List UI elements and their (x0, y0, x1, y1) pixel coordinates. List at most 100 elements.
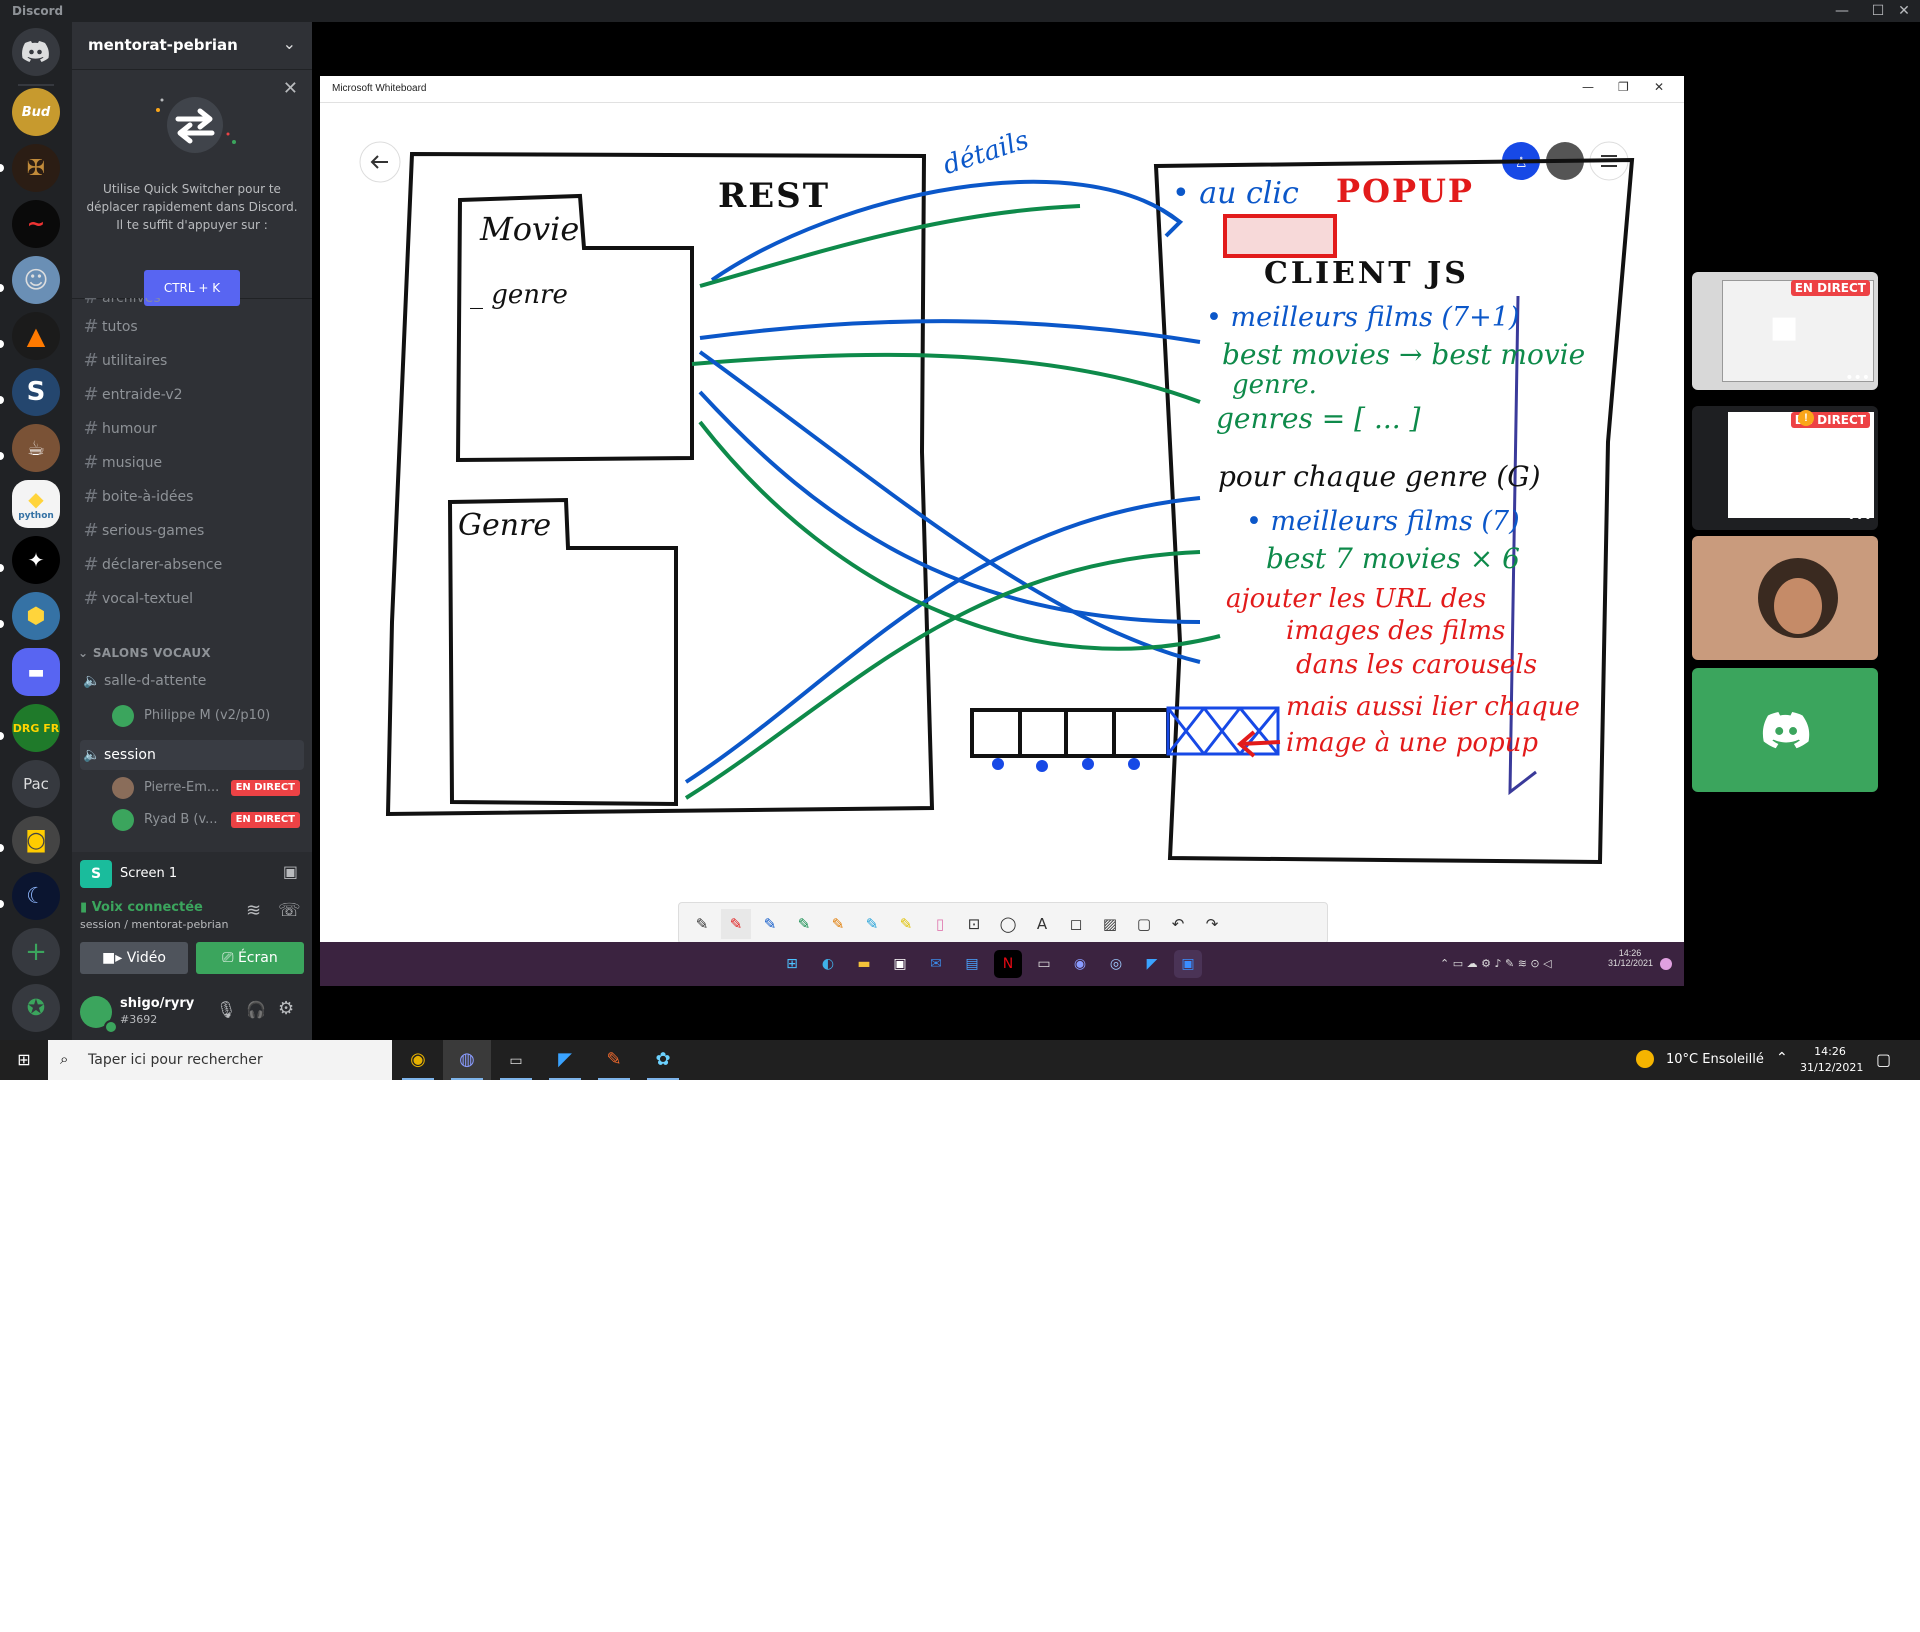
channel-utilitaires[interactable]: # utilitaires (80, 346, 304, 376)
sticky-note-icon[interactable]: ◻ (1061, 909, 1091, 939)
channel-entraide-v2[interactable]: # entraide-v2 (80, 380, 304, 410)
voice-user-live-1[interactable]: Pierre-Em... EN DIRECT (112, 774, 308, 802)
voice-user[interactable]: Philippe M (v2/p10) (112, 702, 308, 730)
home-button[interactable] (12, 28, 60, 76)
server-pac[interactable]: Pac (12, 760, 60, 808)
restore-icon[interactable]: ❐ (1618, 80, 1629, 94)
server-icon-6[interactable]: S (12, 368, 60, 416)
voice-user-live-2[interactable]: Ryad B (v... EN DIRECT (112, 806, 308, 834)
undo-icon[interactable]: ↶ (1163, 909, 1193, 939)
minimize-icon[interactable]: — (1582, 80, 1594, 94)
text-icon[interactable]: A (1027, 909, 1057, 939)
vscode-icon[interactable]: ◤ (1138, 950, 1166, 978)
netflix-icon[interactable]: N (994, 950, 1022, 978)
server-icon-10[interactable]: ⬢ (12, 592, 60, 640)
terminal-button[interactable]: ▭ (492, 1040, 540, 1080)
gear-icon[interactable]: ⚙ (278, 998, 294, 1019)
server-drg[interactable]: DRG FR (12, 704, 60, 752)
ruler-icon[interactable]: ⊡ (959, 909, 989, 939)
terminal-icon[interactable]: ▭ (1030, 950, 1058, 978)
voice-channel-waiting[interactable]: 🔈 salle-d-attente (80, 666, 304, 696)
blue-pen-icon[interactable]: ✎ (755, 909, 785, 939)
channel-serious-games[interactable]: # serious-games (80, 516, 304, 546)
channel-tutos[interactable]: # tutos (80, 312, 304, 342)
more-icon[interactable]: ••• (1847, 510, 1872, 526)
clock[interactable]: 14:26 31/12/2021 (1800, 1044, 1863, 1076)
channel-musique[interactable]: # musique (80, 448, 304, 478)
highlighter-icon[interactable]: ✎ (891, 909, 921, 939)
server-icon-2[interactable]: ✠ (12, 144, 60, 192)
chevron-down-icon[interactable]: ⌄ (283, 34, 296, 53)
paint-button[interactable]: ✿ (639, 1040, 687, 1080)
notification-icon[interactable] (1660, 958, 1672, 970)
server-icon-14[interactable]: ◙ (12, 816, 60, 864)
channel-partial[interactable]: #archives (80, 298, 304, 308)
stream-tile-1[interactable]: EN DIRECT ■ ••• (1692, 272, 1878, 390)
screen-button[interactable]: ⎚ Écran (196, 942, 304, 974)
mail-icon[interactable]: ✉ (922, 950, 950, 978)
more-icon[interactable]: ••• (1845, 370, 1870, 386)
server-header[interactable]: mentorat-pebrian ⌄ (72, 22, 312, 70)
explorer-icon[interactable]: ▬ (850, 950, 878, 978)
channel-humour[interactable]: # humour (80, 414, 304, 444)
windows-taskbar: ⊞ ⌕ Taper ici pour rechercher ◉ ◍ ▭ ◤ ✎ … (0, 1040, 1920, 1080)
black-pen-icon[interactable]: ✎ (687, 909, 717, 939)
server-bud[interactable]: Bud (12, 88, 60, 136)
channel-vocal-textuel[interactable]: # vocal-textuel (80, 584, 304, 614)
vscode-button[interactable]: ◤ (541, 1040, 589, 1080)
app-orange-button[interactable]: ✎ (590, 1040, 638, 1080)
steam-icon[interactable]: ◎ (1102, 950, 1130, 978)
lasso-icon[interactable]: ◯ (993, 909, 1023, 939)
start-button[interactable]: ⊞ (0, 1040, 48, 1080)
server-python[interactable]: ◆ python (12, 480, 60, 528)
video-button[interactable]: ■▸ Vidéo (80, 942, 188, 974)
close-window-button[interactable]: ✕ (1886, 0, 1920, 22)
close-icon[interactable]: ✕ (283, 78, 298, 99)
notification-icon[interactable]: ▢ (1876, 1050, 1891, 1069)
windows-start-icon[interactable]: ⊞ (778, 950, 806, 978)
redo-icon[interactable]: ↷ (1197, 909, 1227, 939)
edge-icon[interactable]: ◐ (814, 950, 842, 978)
disconnect-icon[interactable]: ☏ (278, 900, 301, 921)
eraser-icon[interactable]: ▯ (925, 909, 955, 939)
cyan-pen-icon[interactable]: ✎ (857, 909, 887, 939)
microphone-icon[interactable]: 🎙 (216, 1000, 236, 1019)
red-pen-icon[interactable]: ✎ (721, 909, 751, 939)
headphones-icon[interactable]: 🎧 (246, 1000, 266, 1019)
server-icon-5[interactable]: ▲ (12, 312, 60, 360)
hash-icon: # (83, 520, 99, 541)
channel-declarer-absence[interactable]: # déclarer-absence (80, 550, 304, 580)
chevron-up-icon[interactable]: ⌃ (1776, 1050, 1788, 1066)
discord-taskbar-button[interactable]: ◍ (443, 1040, 491, 1080)
image-icon[interactable]: ▨ (1095, 909, 1125, 939)
server-icon-4[interactable]: ☺ (12, 256, 60, 304)
noise-suppression-icon[interactable]: ≋ (246, 900, 261, 921)
add-server-button[interactable]: + (12, 928, 60, 976)
avatar (112, 705, 134, 727)
server-icon-15[interactable]: ☾ (12, 872, 60, 920)
whiteboard-icon[interactable]: ▣ (1174, 950, 1202, 978)
orange-pen-icon[interactable]: ✎ (823, 909, 853, 939)
server-folder[interactable]: ▬ (12, 648, 60, 696)
app-icon[interactable]: ▤ (958, 950, 986, 978)
shape-icon[interactable]: ▢ (1129, 909, 1159, 939)
discord-tile[interactable] (1692, 668, 1878, 792)
weather-text[interactable]: 10°C Ensoleillé (1666, 1052, 1764, 1067)
channel-boite-a-idees[interactable]: # boite-à-idées (80, 482, 304, 512)
server-icon-7[interactable]: ☕ (12, 424, 60, 472)
minimize-button[interactable]: — (1824, 0, 1860, 22)
store-icon[interactable]: ▣ (886, 950, 914, 978)
stream-tile-2[interactable]: EN DIRECT ! ••• (1692, 406, 1878, 530)
search-box[interactable]: ⌕ Taper ici pour rechercher (48, 1040, 392, 1080)
chrome-button[interactable]: ◉ (394, 1040, 442, 1080)
server-icon-3[interactable]: ~ (12, 200, 60, 248)
explore-servers-button[interactable]: ✪ (12, 984, 60, 1032)
server-icon-9[interactable]: ✦ (12, 536, 60, 584)
user-tile[interactable] (1692, 536, 1878, 660)
close-icon[interactable]: ✕ (1654, 80, 1664, 94)
monitor-icon[interactable]: ▣ (283, 862, 298, 881)
voice-channel-session[interactable]: 🔈 session (80, 740, 304, 770)
voice-category[interactable]: ⌄ SALONS VOCAUX (78, 646, 211, 660)
discord-icon[interactable]: ◉ (1066, 950, 1094, 978)
green-pen-icon[interactable]: ✎ (789, 909, 819, 939)
